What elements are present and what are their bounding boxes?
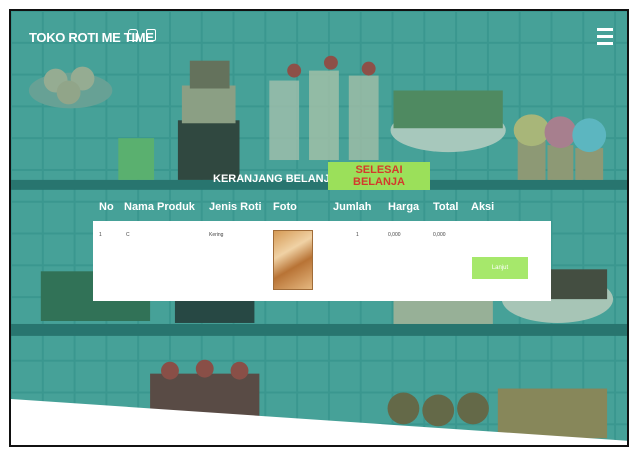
col-header-nama-produk: Nama Produk <box>124 201 195 213</box>
hamburger-menu-icon[interactable] <box>597 28 613 49</box>
cell-jenis-roti: Kering <box>209 232 224 238</box>
product-photo <box>273 230 313 290</box>
next-button[interactable]: Lanjut <box>472 257 528 279</box>
cell-no: 1 <box>99 232 102 238</box>
mail-icon[interactable] <box>146 29 156 41</box>
top-navbar: TOKO ROTI ME TIME <box>11 11 627 51</box>
col-header-aksi: Aksi <box>471 201 495 213</box>
cart-table-header: No Nama Produk Jenis Roti Foto Jumlah Ha… <box>93 201 553 219</box>
col-header-total: Total <box>433 201 459 213</box>
cell-harga: 0,000 <box>388 232 401 238</box>
cell-jumlah: 1 <box>356 232 359 238</box>
col-header-no: No <box>99 201 114 213</box>
app-frame: TOKO ROTI ME TIME KERANJANG BELANJA ANDA… <box>9 9 629 447</box>
col-header-jumlah: Jumlah <box>333 201 372 213</box>
col-header-jenis-roti: Jenis Roti <box>209 201 262 213</box>
navbar-icons <box>128 29 156 41</box>
cell-total: 0,000 <box>433 232 446 238</box>
cart-table-body: 1 C Kering 1 0,000 0,000 Lanjut <box>93 221 551 301</box>
lock-icon[interactable] <box>128 29 138 41</box>
cell-nama-produk: C <box>126 232 130 238</box>
col-header-harga: Harga <box>388 201 420 213</box>
col-header-foto: Foto <box>273 201 297 213</box>
finish-shopping-button[interactable]: SELESAI BELANJA <box>328 162 430 190</box>
